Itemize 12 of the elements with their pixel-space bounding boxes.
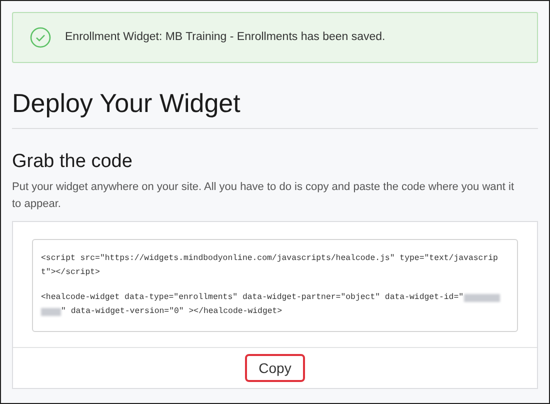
redacted-block — [464, 294, 500, 302]
section-heading: Grab the code — [12, 150, 134, 174]
section-description: Put your widget anywhere on your site. All you have to do is copy and paste the code where you want it to appear. — [12, 180, 516, 212]
alert-message: Enrollment Widget: MB Training - Enrollments has been saved. — [65, 30, 386, 45]
redacted-block — [41, 308, 61, 316]
page-title: Deploy Your Widget — [12, 87, 242, 119]
check-circle-icon — [30, 27, 51, 48]
code-line: " data-widget-version="0" ></healcode-widget> — [61, 306, 282, 318]
code-line: t"></script> — [41, 266, 100, 279]
code-line: <healcode-widget data-type="enrollments" data-widget-partner="object" data-widget-id=" — [41, 292, 464, 304]
code-line: <script src="https://widgets.mindbodyonline.com/javascripts/healcode.js" type="text/javascrip — [41, 252, 498, 265]
copy-button[interactable]: Copy — [244, 354, 306, 382]
